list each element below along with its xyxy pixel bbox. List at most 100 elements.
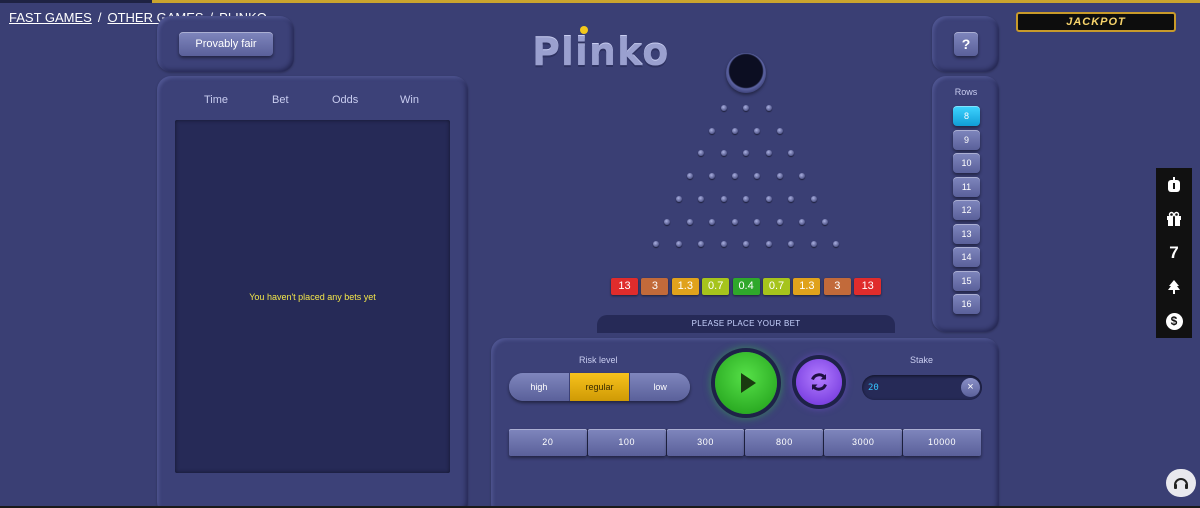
support-chat-button[interactable]: [1166, 469, 1196, 497]
peg: [788, 195, 794, 202]
peg: [743, 195, 749, 202]
autoplay-button[interactable]: [796, 359, 842, 405]
peg: [833, 241, 839, 248]
row-option-8[interactable]: 8: [953, 106, 980, 126]
clear-stake-button[interactable]: ×: [961, 378, 980, 397]
multiplier-bucket: 13: [611, 278, 638, 295]
history-header-bet: Bet: [272, 94, 289, 106]
play-button[interactable]: [715, 352, 777, 414]
peg: [709, 218, 716, 225]
peg: [686, 218, 693, 225]
multiplier-bucket: 3: [823, 278, 851, 295]
risk-low-button[interactable]: low: [630, 373, 690, 401]
peg: [743, 241, 749, 248]
row-option-14[interactable]: 14: [953, 247, 980, 267]
breadcrumb-fast-games[interactable]: FAST GAMES: [9, 10, 92, 25]
status-bar: PLEASE PLACE YOUR BET: [597, 315, 895, 333]
peg: [686, 173, 693, 180]
plinko-logo: Plinko: [532, 30, 670, 74]
multiplier-bucket: 0.7: [763, 278, 790, 295]
multiplier-bucket: 1.3: [793, 278, 821, 295]
dollar-icon[interactable]: $: [1156, 304, 1192, 338]
peg: [731, 173, 738, 180]
row-option-16[interactable]: 16: [953, 294, 980, 314]
peg: [720, 241, 727, 248]
peg: [799, 173, 806, 180]
help-button[interactable]: ?: [954, 32, 978, 56]
history-table: You haven't placed any bets yet: [175, 120, 450, 473]
stake-preset-button[interactable]: 20: [509, 429, 587, 456]
peg: [754, 127, 761, 134]
provably-fair-button[interactable]: Provably fair: [179, 32, 273, 56]
peg: [754, 218, 761, 225]
multiplier-bucket: 3: [641, 278, 669, 295]
peg: [810, 195, 817, 202]
row-option-15[interactable]: 15: [953, 270, 980, 291]
peg: [698, 195, 704, 202]
stake-preset-button[interactable]: 10000: [903, 429, 981, 456]
ball-drop-hole: [726, 53, 766, 93]
side-toolbar: 7 $: [1156, 168, 1192, 338]
risk-level-label: Risk level: [579, 355, 618, 365]
stake-preset-button[interactable]: 3000: [824, 429, 903, 456]
peg: [821, 218, 828, 225]
lucky-seven-icon[interactable]: 7: [1156, 236, 1192, 270]
rows-title: Rows: [954, 87, 978, 97]
peg: [799, 218, 806, 225]
risk-level-selector: high regular low: [509, 373, 690, 401]
row-option-10[interactable]: 10: [953, 153, 980, 173]
risk-high-button[interactable]: high: [509, 373, 570, 401]
history-header-time: Time: [204, 94, 229, 106]
peg: [698, 150, 704, 157]
peg: [720, 150, 727, 157]
peg: [788, 150, 794, 157]
row-option-9[interactable]: 9: [953, 129, 980, 150]
peg: [743, 105, 749, 111]
peg: [675, 241, 682, 248]
tree-icon[interactable]: [1156, 270, 1192, 304]
row-option-11[interactable]: 11: [953, 176, 980, 197]
peg: [709, 127, 716, 134]
peg: [776, 127, 783, 134]
stake-preset-button[interactable]: 800: [745, 429, 824, 456]
stake-field: ×: [862, 375, 982, 400]
stake-preset-button[interactable]: 100: [587, 429, 666, 456]
peg: [776, 218, 783, 225]
peg: [698, 241, 704, 248]
peg: [720, 195, 727, 202]
peg: [810, 241, 817, 248]
stake-presets: 20 100 300 800 3000 10000: [509, 429, 981, 456]
peg: [776, 173, 783, 180]
info-icon[interactable]: [1156, 168, 1192, 202]
peg: [765, 241, 772, 248]
multiplier-bucket: 13: [854, 278, 882, 295]
stake-input[interactable]: [868, 379, 948, 396]
peg: [765, 195, 772, 202]
refresh-icon: [811, 373, 827, 391]
peg: [675, 195, 682, 202]
multiplier-bucket: 0.4: [732, 278, 760, 295]
peg: [788, 241, 794, 248]
risk-regular-button[interactable]: regular: [569, 373, 631, 401]
play-icon: [741, 373, 756, 393]
peg: [765, 150, 772, 157]
headset-icon: [1174, 478, 1188, 489]
row-option-13[interactable]: 13: [953, 223, 980, 244]
peg: [731, 127, 738, 134]
gift-icon[interactable]: [1156, 202, 1192, 236]
logo-dot: [580, 26, 588, 34]
stake-preset-button[interactable]: 300: [666, 429, 745, 456]
empty-history-message: You haven't placed any bets yet: [249, 292, 376, 302]
peg: [731, 218, 738, 225]
row-option-12[interactable]: 12: [953, 200, 980, 220]
jackpot-banner[interactable]: JACKPOT: [1016, 12, 1176, 32]
peg: [754, 173, 761, 180]
peg: [765, 105, 772, 111]
peg: [709, 173, 716, 180]
peg: [720, 105, 727, 111]
peg: [743, 150, 749, 157]
breadcrumb-separator: /: [97, 10, 102, 25]
peg: [653, 241, 659, 248]
multiplier-bucket: 0.7: [702, 278, 730, 295]
top-accent-line: [0, 0, 1200, 3]
